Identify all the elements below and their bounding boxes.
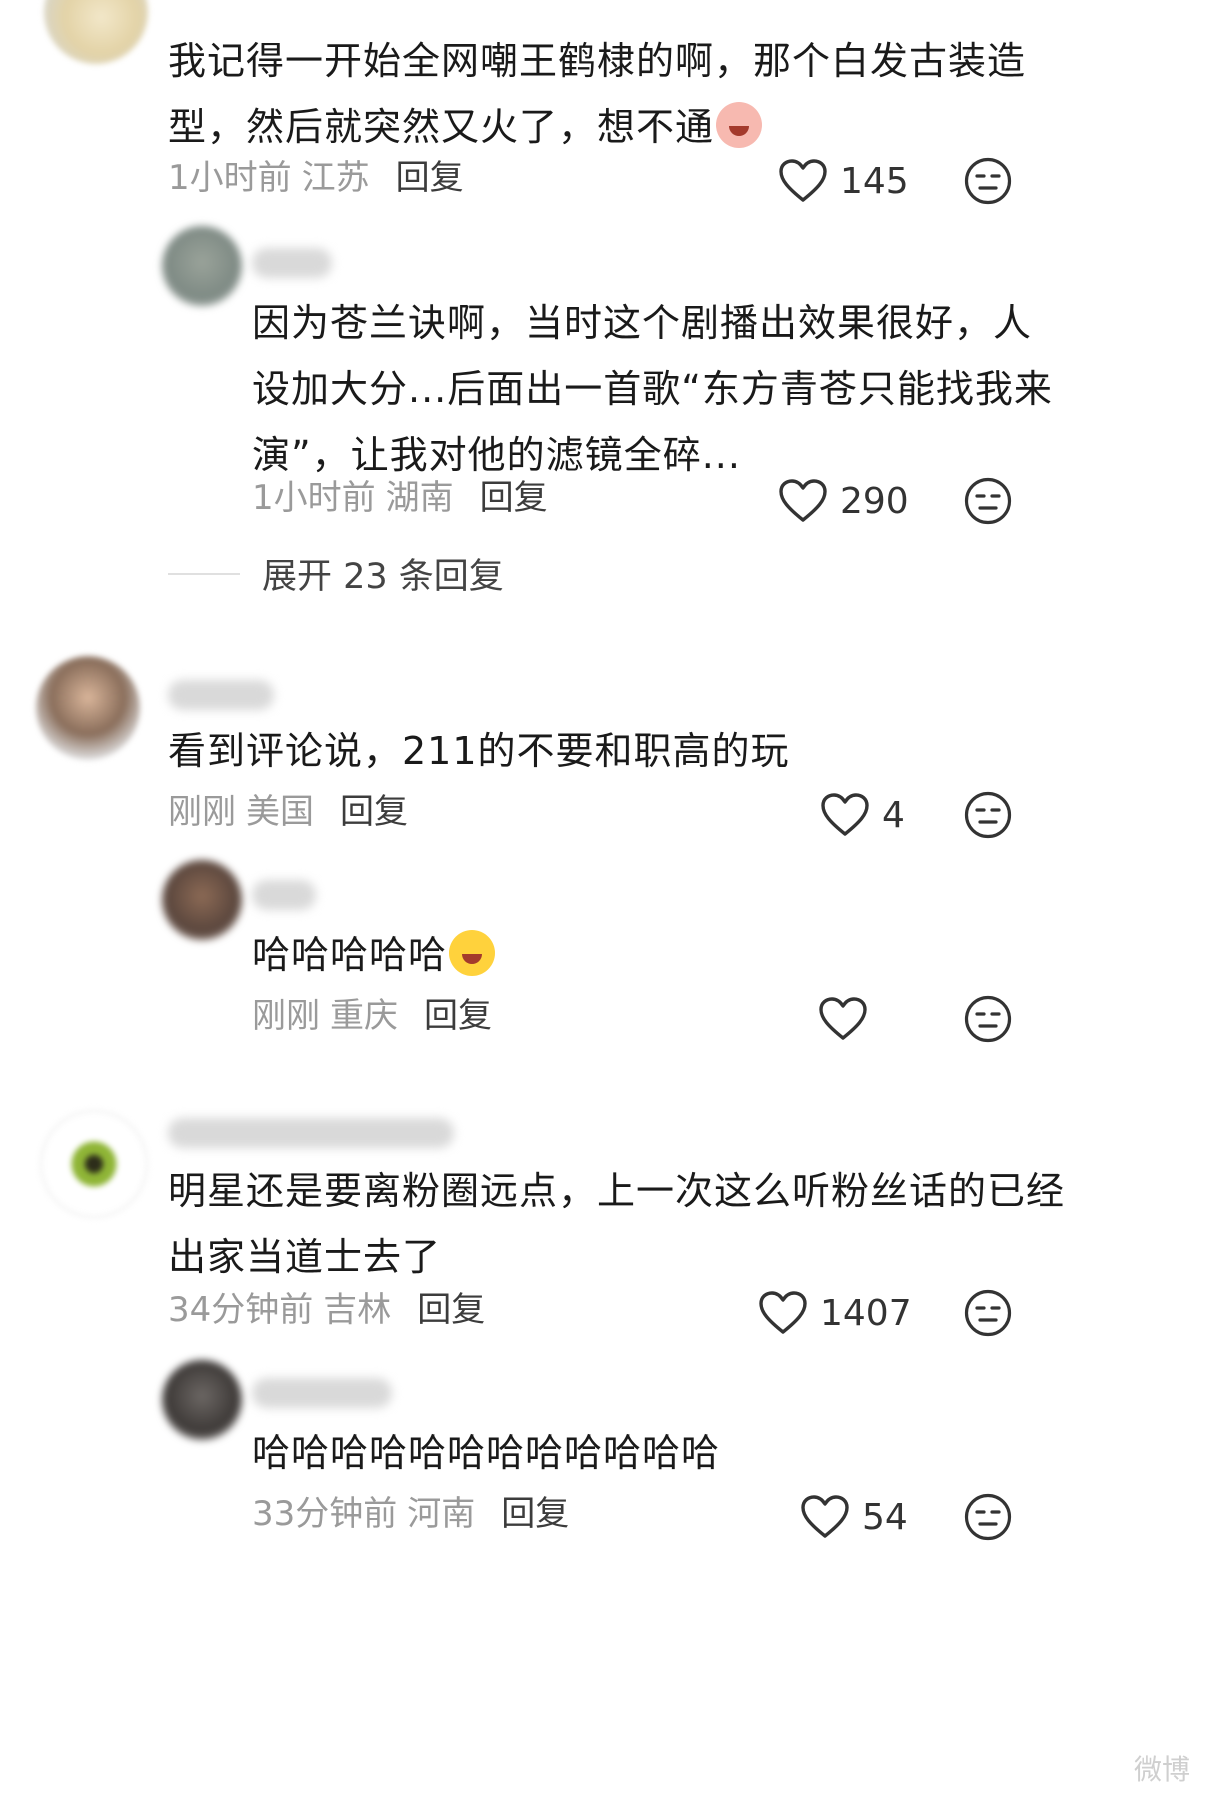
comment-time: 1小时前: [168, 158, 292, 198]
like-count: 54: [862, 1496, 908, 1538]
reply-location: 湖南: [385, 478, 454, 518]
meh-face-icon[interactable]: [963, 1492, 1013, 1542]
like-button[interactable]: 54: [800, 1492, 908, 1542]
meh-face-icon[interactable]: [963, 994, 1013, 1044]
reply-text: 哈哈哈哈哈: [252, 922, 1152, 988]
username[interactable]: [252, 248, 332, 278]
divider: [168, 572, 240, 575]
like-button[interactable]: 290: [778, 476, 909, 526]
reply-time: 1小时前: [252, 478, 376, 518]
reply-button[interactable]: 回复: [424, 996, 492, 1036]
reply-meta: 1小时前 湖南 回复: [252, 478, 548, 518]
username[interactable]: [168, 1118, 454, 1148]
watermark: 微博: [1133, 1753, 1190, 1786]
comment-text: 看到评论说，211的不要和职高的玩: [168, 718, 1168, 784]
comment-meta: 34分钟前 吉林 回复: [168, 1290, 485, 1330]
heart-outline-icon: [819, 997, 867, 1040]
meh-face-icon[interactable]: [963, 1288, 1013, 1338]
comment-location: 吉林: [323, 1290, 392, 1330]
like-count: 1407: [820, 1292, 912, 1334]
avatar[interactable]: [40, 1110, 148, 1218]
heart-outline-icon: [779, 159, 827, 202]
comment-text: 我记得一开始全网嘲王鹤棣的啊，那个白发古装造 型，然后就突然又火了，想不通: [168, 28, 1168, 160]
reply-button[interactable]: 回复: [480, 478, 548, 518]
avatar[interactable]: [162, 860, 242, 940]
comment-text: 明星还是要离粉圈远点，上一次这么听粉丝话的已经 出家当道士去了: [168, 1158, 1188, 1290]
reply-line: 哈哈哈哈哈: [252, 922, 1152, 988]
expand-replies-button[interactable]: 展开 23 条回复: [168, 548, 504, 599]
avatar[interactable]: [162, 226, 242, 306]
meh-face-icon[interactable]: [963, 790, 1013, 840]
meh-face-icon[interactable]: [963, 156, 1013, 206]
reply-button[interactable]: 回复: [417, 1290, 485, 1330]
comment-line: 看到评论说，211的不要和职高的玩: [168, 729, 790, 773]
avatar[interactable]: [44, 0, 148, 64]
reply-line: 哈哈哈哈哈哈哈哈哈哈哈哈: [252, 1431, 721, 1475]
avatar[interactable]: [36, 656, 140, 760]
comment-location: 美国: [246, 792, 314, 832]
reply-location: 重庆: [330, 996, 398, 1036]
comment-meta: 刚刚 美国 回复: [168, 792, 408, 832]
reply-text: 哈哈哈哈哈哈哈哈哈哈哈哈: [252, 1420, 1152, 1486]
heart-outline-icon: [759, 1291, 807, 1334]
username[interactable]: [252, 880, 316, 910]
like-count: 290: [840, 480, 909, 522]
heart-outline-icon: [801, 1495, 849, 1538]
like-button[interactable]: 4: [820, 790, 905, 840]
meh-face-icon[interactable]: [963, 476, 1013, 526]
laughing-tears-emoji-icon: [449, 930, 496, 976]
like-count: 4: [882, 794, 905, 836]
comment-meta: 1小时前 江苏 回复: [168, 158, 464, 198]
username[interactable]: [168, 680, 274, 710]
reply-text: 因为苍兰诀啊，当时这个剧播出效果很好，人 设加大分...后面出一首歌“东方青苍只…: [252, 290, 1152, 488]
like-button[interactable]: 145: [778, 156, 909, 206]
comment-line: 出家当道士去了: [168, 1235, 442, 1279]
reply-button[interactable]: 回复: [396, 158, 464, 198]
reply-line: 因为苍兰诀啊，当时这个剧播出效果很好，人: [252, 301, 1033, 345]
comment-line: 型，然后就突然又火了，想不通: [168, 94, 1168, 160]
like-count: 145: [840, 160, 909, 202]
reply-time: 刚刚: [252, 996, 320, 1036]
reply-location: 河南: [407, 1494, 476, 1534]
reply-meta: 33分钟前 河南 回复: [252, 1494, 569, 1534]
reply-meta: 刚刚 重庆 回复: [252, 996, 492, 1036]
expand-replies-label: 展开 23 条回复: [262, 557, 504, 597]
comment-location: 江苏: [301, 158, 370, 198]
comment-time: 刚刚: [168, 792, 236, 832]
comment-time: 34分钟前: [168, 1290, 314, 1330]
crying-emoji-icon: [716, 102, 763, 148]
like-button[interactable]: [818, 994, 880, 1044]
reply-button[interactable]: 回复: [501, 1494, 569, 1534]
comment-line: 我记得一开始全网嘲王鹤棣的啊，那个白发古装造: [168, 39, 1027, 83]
like-button[interactable]: 1407: [758, 1288, 912, 1338]
reply-line: 设加大分...后面出一首歌“东方青苍只能找我来: [252, 367, 1053, 411]
avatar[interactable]: [162, 1360, 242, 1440]
reply-button[interactable]: 回复: [340, 792, 408, 832]
heart-outline-icon: [821, 793, 869, 836]
reply-time: 33分钟前: [252, 1494, 398, 1534]
username[interactable]: [252, 1378, 392, 1408]
comment-line: 明星还是要离粉圈远点，上一次这么听粉丝话的已经: [168, 1169, 1066, 1213]
heart-outline-icon: [779, 479, 827, 522]
